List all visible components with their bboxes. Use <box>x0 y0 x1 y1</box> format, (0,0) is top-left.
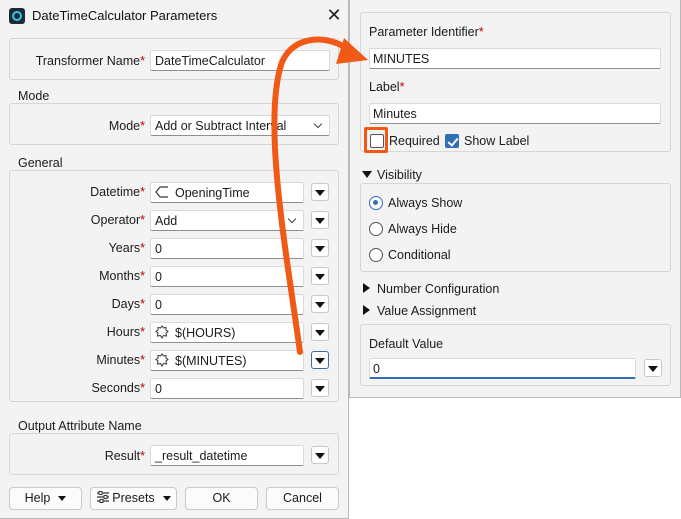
annotation-arrow <box>271 36 368 355</box>
